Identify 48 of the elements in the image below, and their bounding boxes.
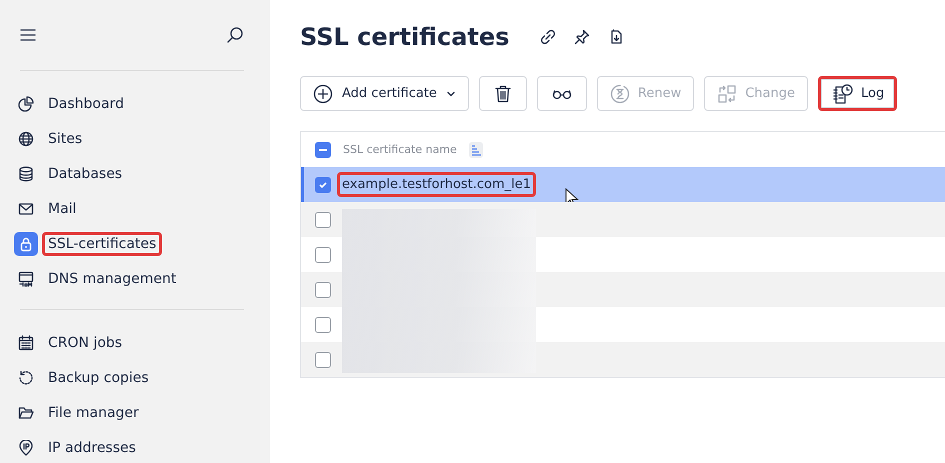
row-checkbox[interactable] <box>315 352 331 368</box>
sidebar-item[interactable]: Backup copies <box>42 366 155 390</box>
sidebar-item[interactable]: CRON jobs <box>42 330 128 354</box>
sidebar-item[interactable]: Databases <box>42 162 128 186</box>
menu-icon <box>20 27 36 43</box>
web-domain-icon <box>18 270 34 286</box>
folder-icon <box>18 404 34 420</box>
lock-icon <box>18 236 34 252</box>
envelope-icon <box>18 200 34 216</box>
globe-icon <box>18 130 34 146</box>
page-title: SSL certificates <box>300 23 510 51</box>
toolbar-icon-button[interactable] <box>478 76 527 111</box>
select-all-checkbox[interactable] <box>315 142 331 158</box>
database-icon <box>18 166 34 182</box>
link-icon <box>540 29 556 45</box>
notebook-clock-icon <box>831 82 854 104</box>
sidebar-item[interactable]: Dashboard <box>42 92 130 116</box>
row-checkbox[interactable] <box>315 246 331 262</box>
hourglass-circle-icon <box>610 84 630 104</box>
pushpin-icon <box>574 29 590 45</box>
search-button[interactable] <box>226 26 244 44</box>
swap-squares-icon <box>717 84 738 104</box>
search-icon <box>226 26 244 44</box>
plus-circle-icon <box>313 84 333 104</box>
location-pin-icon <box>18 440 34 456</box>
sidebar-item[interactable]: Mail <box>42 196 82 220</box>
sidebar-item[interactable]: SSL-certificates <box>42 232 162 256</box>
sidebar-item[interactable]: Sites <box>42 126 88 150</box>
toolbar-button[interactable]: Log <box>818 76 898 111</box>
sidebar-item[interactable]: IP addresses <box>42 436 142 460</box>
menu-button[interactable] <box>20 27 36 43</box>
row-checkbox[interactable] <box>315 282 331 298</box>
row-checkbox[interactable] <box>315 212 331 228</box>
circular-arrow-icon <box>18 370 34 386</box>
sidebar-item[interactable]: File manager <box>42 400 145 424</box>
calendar-icon <box>18 334 34 350</box>
pie-chart-icon <box>18 96 34 112</box>
row-checkbox[interactable] <box>315 176 331 192</box>
sort-button[interactable] <box>468 142 483 158</box>
trash-icon <box>492 84 513 104</box>
checkmark-icon <box>318 180 328 190</box>
table-cell: example.testforhost.com_le1 <box>337 172 536 197</box>
row-checkbox[interactable] <box>315 316 331 332</box>
sidebar-item[interactable]: DNS management <box>42 266 182 290</box>
sort-icon <box>470 144 481 156</box>
toolbar-button[interactable]: Add certificate <box>300 76 469 111</box>
table-row[interactable]: example.testforhost.com_le1 <box>301 167 945 202</box>
toolbar-icon-button[interactable] <box>536 76 587 111</box>
